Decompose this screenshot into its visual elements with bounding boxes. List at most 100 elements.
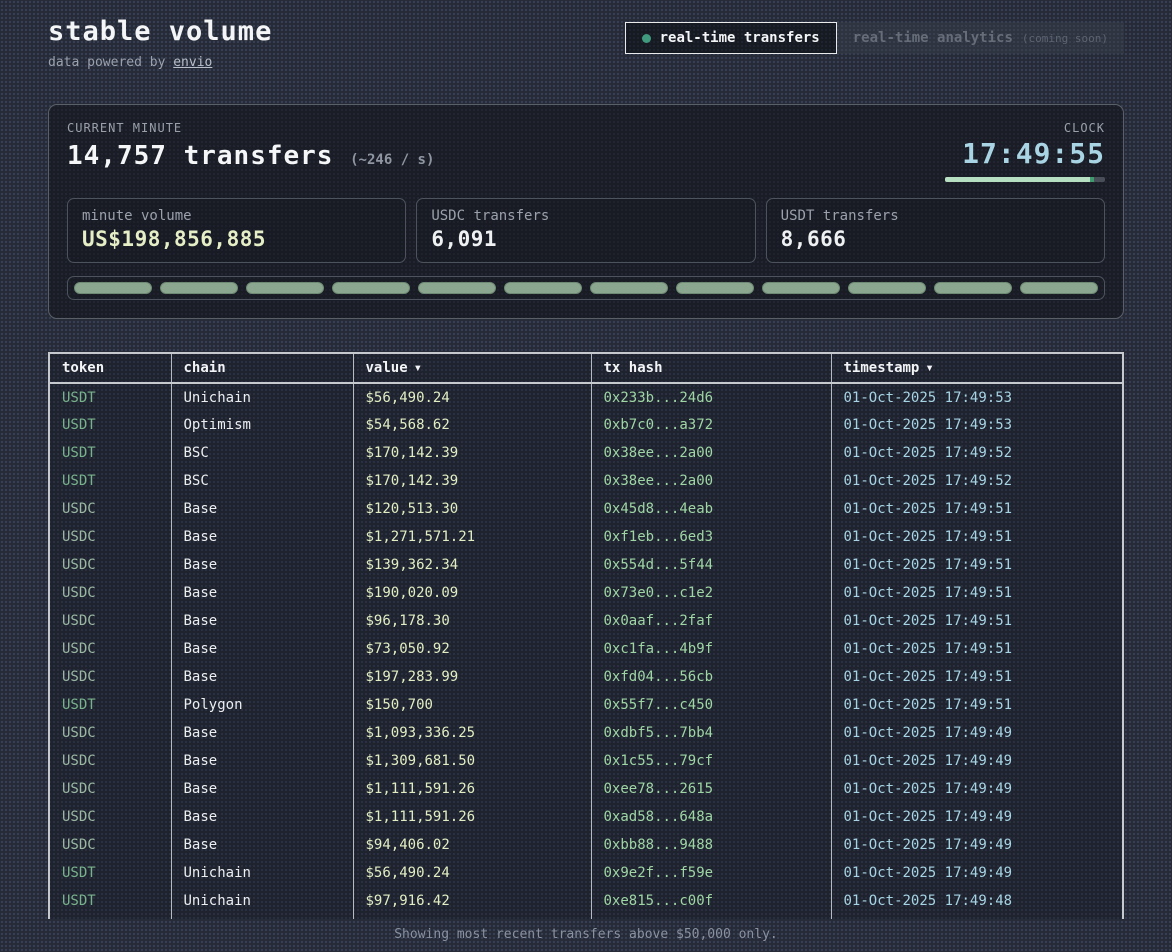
tx-hash-cell[interactable]: 0xf1eb...6ed3 [591,523,831,551]
transfer-count-value: 14,757 [67,141,167,171]
transfer-rate: (~246 / s) [350,152,434,168]
tx-hash-cell[interactable]: 0xfd04...56cb [591,663,831,691]
timestamp-cell: 01-Oct-2025 17:49:53 [831,411,1123,439]
token-cell: USDC [49,831,171,859]
tab-label: real-time analytics [853,30,1013,46]
table-row: USDCBase$1,271,571.210xf1eb...6ed301-Oct… [49,523,1123,551]
progress-segment [762,282,840,294]
progress-segment [74,282,152,294]
token-cell: USDC [49,607,171,635]
tx-hash-cell[interactable]: 0x233b...24d6 [591,383,831,411]
chain-cell: Base [171,551,353,579]
tab-real-time-transfers[interactable]: real-time transfers [625,22,837,54]
tx-hash-cell[interactable]: 0xee78...2615 [591,775,831,803]
minute-progress-bar [67,276,1105,300]
tx-hash-cell[interactable]: 0x73e0...c1e2 [591,579,831,607]
token-cell: USDC [49,551,171,579]
timestamp-cell: 01-Oct-2025 17:49:51 [831,523,1123,551]
table-row: USDTBSC$170,142.390x38ee...2a0001-Oct-20… [49,439,1123,467]
current-minute-panel: CURRENT MINUTE 14,757 transfers (~246 / … [48,104,1124,319]
tx-hash-cell[interactable]: 0x38ee...2a00 [591,439,831,467]
chain-cell: Base [171,607,353,635]
progress-segment [246,282,324,294]
column-header-value[interactable]: value▾ [353,353,591,383]
progress-segment [332,282,410,294]
tx-hash-cell[interactable]: 0x1c55...79cf [591,747,831,775]
minute-countdown-fill [945,177,1094,182]
tx-hash-cell[interactable]: 0xe815...c00f [591,887,831,915]
table-row: USDCBase$73,050.920xc1fa...4b9f01-Oct-20… [49,635,1123,663]
chain-cell: BSC [171,439,353,467]
token-cell: USDC [49,775,171,803]
column-header-label: tx hash [604,360,663,376]
stat-value: US$198,856,885 [82,227,391,251]
subtitle-prefix: data powered by [48,55,173,70]
table-row: USDTUnichain$97,916.420xe815...c00f01-Oc… [49,887,1123,915]
column-header-label: token [62,360,104,376]
table-row: USDCBase$139,362.340x554d...5f4401-Oct-2… [49,551,1123,579]
tx-hash-cell[interactable]: 0xad58...648a [591,803,831,831]
chain-cell: Unichain [171,383,353,411]
tab-label: real-time transfers [660,30,820,46]
timestamp-cell: 01-Oct-2025 17:49:49 [831,803,1123,831]
chain-cell: Base [171,831,353,859]
timestamp-cell: 01-Oct-2025 17:49:51 [831,663,1123,691]
value-cell: $139,362.34 [353,551,591,579]
timestamp-cell: 01-Oct-2025 17:49:49 [831,719,1123,747]
tx-hash-cell[interactable]: 0x9e2f...f59e [591,859,831,887]
column-header-timestamp[interactable]: timestamp ▾ [831,353,1123,383]
token-cell: USDC [49,523,171,551]
column-header-label: timestamp [844,360,920,376]
hero-top-row: CURRENT MINUTE 14,757 transfers (~246 / … [67,121,1105,182]
column-header-tx-hash: tx hash [591,353,831,383]
token-cell: USDT [49,887,171,915]
coming-soon-badge: (coming soon) [1022,32,1108,45]
timestamp-cell: 01-Oct-2025 17:49:49 [831,747,1123,775]
token-cell: USDC [49,747,171,775]
transfer-count-block: CURRENT MINUTE 14,757 transfers (~246 / … [67,121,434,171]
timestamp-cell: 01-Oct-2025 17:49:52 [831,439,1123,467]
chain-cell: Base [171,495,353,523]
tx-hash-cell[interactable]: 0x38ee...2a00 [591,467,831,495]
value-cell: $54,568.62 [353,411,591,439]
envio-link[interactable]: envio [173,55,212,70]
value-cell: $94,406.02 [353,831,591,859]
token-cell: USDC [49,579,171,607]
token-cell: USDT [49,383,171,411]
stat-minute-volume: minute volume US$198,856,885 [67,198,406,263]
table-row: USDTBSC$170,142.390x38ee...2a0001-Oct-20… [49,467,1123,495]
tab-real-time-analytics[interactable]: real-time analytics (coming soon) [837,22,1124,54]
value-cell: $1,111,591.26 [353,775,591,803]
tx-hash-cell[interactable]: 0x55f7...c450 [591,691,831,719]
tx-hash-cell[interactable]: 0xc1fa...4b9f [591,635,831,663]
tx-hash-cell[interactable]: 0xbb88...9488 [591,831,831,859]
tx-hash-cell[interactable]: 0xb7c0...a372 [591,411,831,439]
sort-descending-icon: ▾ [925,360,933,376]
transfer-count-unit: transfers [184,141,334,171]
footer-note: Showing most recent transfers above $50,… [48,919,1124,952]
value-cell: $1,093,336.25 [353,719,591,747]
tx-hash-cell[interactable]: 0xdbf5...7bb4 [591,719,831,747]
tx-hash-cell[interactable]: 0x554d...5f44 [591,551,831,579]
tx-hash-cell[interactable]: 0x0aaf...2faf [591,607,831,635]
token-cell: USDT [49,467,171,495]
stat-value: 6,091 [431,227,740,251]
progress-segment [848,282,926,294]
tx-hash-cell[interactable]: 0x45d8...4eab [591,495,831,523]
table-row: USDCBase$96,178.300x0aaf...2faf01-Oct-20… [49,607,1123,635]
table-row: USDTPolygon$150,7000x55f7...c45001-Oct-2… [49,691,1123,719]
table-row: USDCBase$94,406.020xbb88...948801-Oct-20… [49,831,1123,859]
table-row: USDTUnichain$56,490.240x9e2f...f59e01-Oc… [49,859,1123,887]
stat-label: USDC transfers [431,208,740,224]
chain-cell: Base [171,635,353,663]
page: stable volume data powered by envio real… [0,0,1172,952]
table-row: USDCBase$190,020.090x73e0...c1e201-Oct-2… [49,579,1123,607]
column-header-label: chain [184,360,226,376]
value-cell: $1,271,571.21 [353,523,591,551]
progress-segment [1020,282,1098,294]
stat-label: USDT transfers [781,208,1090,224]
token-cell: USDC [49,663,171,691]
value-cell: $1,111,591.26 [353,803,591,831]
chain-cell: Base [171,579,353,607]
timestamp-cell: 01-Oct-2025 17:49:48 [831,887,1123,915]
